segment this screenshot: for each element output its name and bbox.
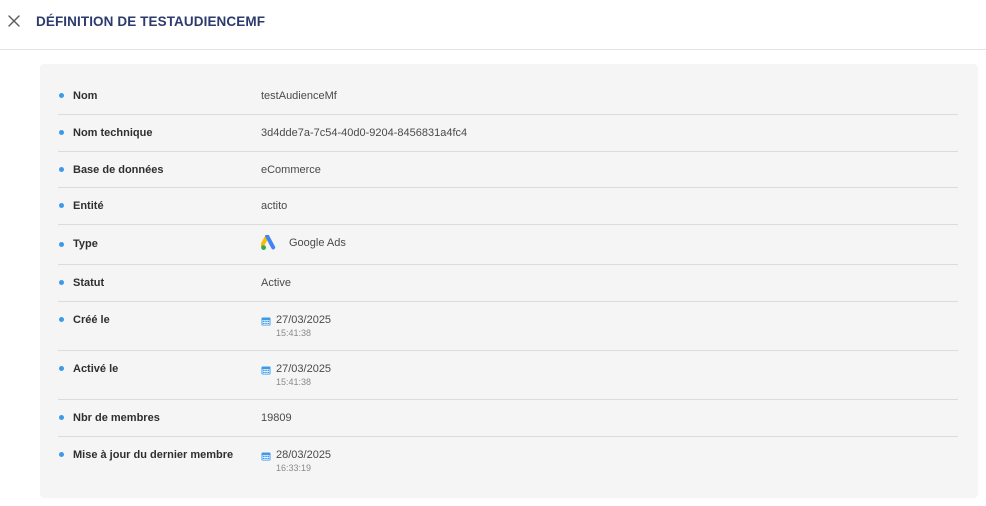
bullet-icon [59, 452, 64, 457]
field-value: eCommerce [261, 164, 321, 176]
definition-list: Nom testAudienceMf Nom technique 3d4dde7… [58, 79, 958, 485]
field-value: actito [261, 200, 288, 212]
page-title: DÉFINITION DE TESTAUDIENCEMF [36, 14, 266, 29]
field-label: Créé le [73, 314, 110, 326]
row-database: Base de données eCommerce [58, 152, 958, 188]
bullet-icon [59, 317, 64, 322]
row-status: Statut Active [58, 265, 958, 302]
field-label: Activé le [73, 363, 119, 375]
field-label: Nbr de membres [73, 412, 160, 424]
row-type: Type Google Ads [58, 225, 958, 265]
bullet-icon [59, 167, 64, 172]
type-name: Google Ads [289, 237, 346, 249]
time-value: 15:41:38 [276, 328, 312, 338]
date-value: 27/03/2025 [276, 314, 332, 326]
bullet-icon [59, 130, 64, 135]
field-label: Base de données [73, 164, 164, 176]
field-label: Entité [73, 200, 104, 212]
field-label: Type [73, 238, 98, 250]
row-activated: Activé le 27/03/2025 15:41:38 [58, 351, 958, 400]
row-name: Nom testAudienceMf [58, 79, 958, 115]
field-label: Statut [73, 277, 105, 289]
row-created: Créé le 27/03/2025 15:41:38 [58, 302, 958, 351]
bullet-icon [59, 415, 64, 420]
row-technical-name: Nom technique 3d4dde7a-7c54-40d0-9204-84… [58, 115, 958, 152]
calendar-icon [261, 452, 271, 461]
calendar-icon [261, 366, 271, 375]
google-ads-logo-icon [261, 235, 276, 250]
row-last-member-update: Mise à jour du dernier membre 28/03/2025… [58, 437, 958, 485]
field-value: testAudienceMf [261, 90, 337, 102]
field-label: Nom technique [73, 127, 153, 139]
row-entity: Entité actito [58, 188, 958, 225]
field-value: 3d4dde7a-7c54-40d0-9204-8456831a4fc4 [261, 127, 468, 139]
field-value: 19809 [261, 412, 292, 424]
field-value: Active [261, 277, 291, 289]
field-value: Google Ads [261, 235, 346, 251]
bullet-icon [59, 366, 64, 371]
time-value: 16:33:19 [276, 463, 312, 473]
close-icon[interactable] [6, 13, 22, 29]
row-members: Nbr de membres 19809 [58, 400, 958, 437]
field-label: Mise à jour du dernier membre [73, 449, 234, 461]
definition-panel: Nom testAudienceMf Nom technique 3d4dde7… [40, 64, 978, 498]
bullet-icon [59, 242, 64, 247]
bullet-icon [59, 93, 64, 98]
calendar-icon [261, 317, 271, 326]
dialog-header: DÉFINITION DE TESTAUDIENCEMF [0, 0, 986, 50]
bullet-icon [59, 280, 64, 285]
date-value: 28/03/2025 [276, 449, 332, 461]
time-value: 15:41:38 [276, 377, 312, 387]
field-label: Nom [73, 90, 98, 102]
date-value: 27/03/2025 [276, 363, 332, 375]
bullet-icon [59, 203, 64, 208]
